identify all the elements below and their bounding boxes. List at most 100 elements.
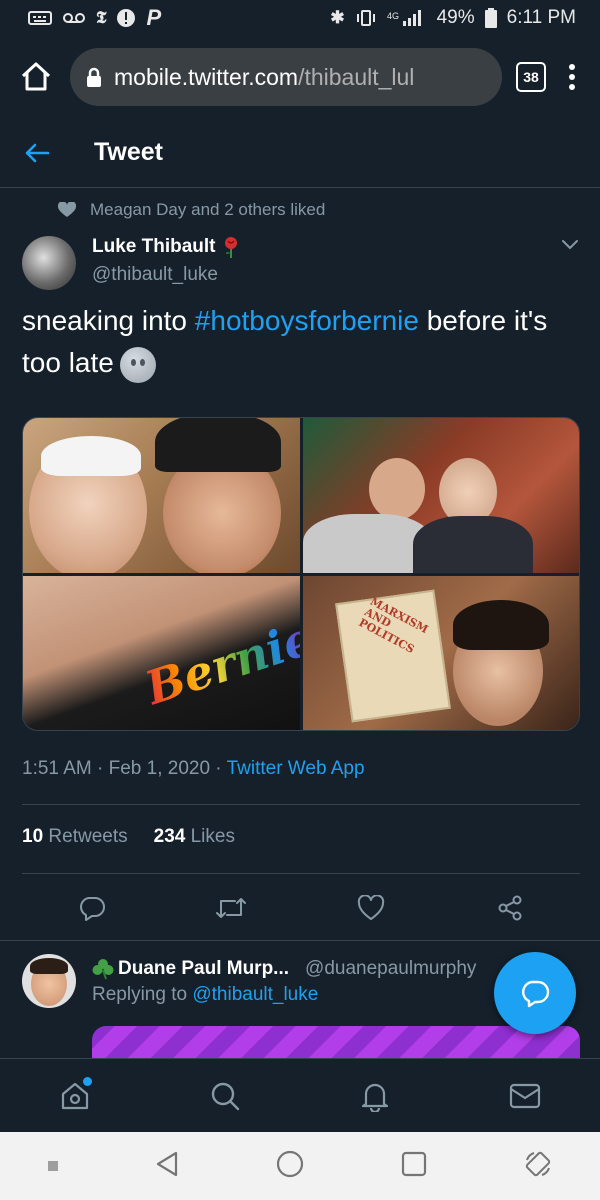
circle-home-icon	[276, 1150, 304, 1177]
replying-to-link[interactable]: @thibault_luke	[192, 984, 318, 1005]
tweet-photo-2[interactable]	[302, 418, 579, 573]
author-name-row[interactable]: Luke Thibault	[92, 236, 240, 258]
alert-icon	[117, 9, 136, 27]
p-app-icon: P	[146, 5, 162, 30]
photo-face	[412, 516, 533, 573]
divider	[22, 804, 580, 805]
nav-home[interactable]	[50, 1071, 100, 1121]
svg-text:4G: 4G	[387, 11, 399, 21]
photo-face	[41, 436, 141, 476]
social-context[interactable]: Meagan Day and 2 others liked	[58, 200, 325, 220]
bottom-nav	[0, 1058, 600, 1132]
shamrock-icon	[92, 959, 114, 980]
replying-to-prefix: Replying to	[92, 984, 193, 1005]
rose-icon	[224, 237, 237, 258]
heart-icon	[357, 895, 384, 920]
tweet-author: Luke Thibault @thibault_luke	[22, 234, 582, 294]
likes-stat[interactable]: 234 Likes	[154, 826, 235, 848]
tweet-photo-1[interactable]	[23, 418, 300, 573]
social-context-text: Meagan Day and 2 others liked	[90, 200, 326, 219]
chevron-down-icon	[562, 240, 578, 250]
replying-to-line: Replying to @thibault_luke	[92, 984, 318, 1006]
photo-cap	[155, 418, 281, 472]
tweet-actions	[22, 885, 580, 931]
page-header: Tweet	[0, 118, 600, 188]
author-handle[interactable]: @thibault_luke	[92, 264, 218, 286]
reply-avatar[interactable]	[22, 954, 76, 1008]
notification-dot	[83, 1076, 92, 1086]
tweet-text: sneaking into #hotboysforbernie before i…	[22, 300, 578, 384]
signal-icon: 4G	[387, 10, 421, 26]
tweet-photo-3[interactable]: Bernie	[23, 575, 300, 730]
neutral-face-emoji-icon	[119, 346, 156, 383]
back-button[interactable]	[24, 133, 64, 173]
retweet-icon	[216, 898, 247, 918]
retweets-count: 10	[22, 826, 44, 847]
home-button[interactable]	[16, 57, 56, 97]
clock: 6:11 PM	[506, 7, 576, 28]
tweet-time: 1:51 AM	[22, 758, 92, 779]
share-icon	[498, 895, 522, 921]
reply-icon	[79, 897, 105, 921]
tweet-options-button[interactable]	[560, 238, 580, 256]
dot-icon	[569, 74, 575, 80]
rotate-icon	[525, 1151, 550, 1176]
url-text: mobile.twitter.com/thibault_lul	[114, 63, 415, 90]
like-button[interactable]	[349, 886, 393, 930]
nav-notifications[interactable]	[350, 1071, 400, 1121]
reply-button[interactable]	[70, 886, 114, 930]
tweet-meta: 1:51 AM · Feb 1, 2020 · Twitter Web App	[22, 758, 365, 779]
home-icon	[21, 62, 51, 91]
nav-messages[interactable]	[500, 1071, 550, 1121]
back-arrow-icon	[25, 143, 50, 162]
reply-author-name: Duane Paul Murp...	[118, 958, 290, 979]
tweet-media-grid: Bernie MARXISM AND POLITICS	[22, 417, 580, 731]
voicemail-icon	[63, 13, 85, 23]
tab-switcher-button[interactable]: 38	[516, 62, 546, 92]
divider	[22, 873, 580, 874]
avatar[interactable]	[22, 236, 76, 290]
heart-filled-icon	[58, 202, 76, 217]
share-button[interactable]	[488, 886, 532, 930]
system-recents-button[interactable]	[401, 1151, 427, 1182]
square-recents-icon	[401, 1151, 426, 1176]
retweets-label: Retweets	[48, 826, 128, 847]
retweets-stat[interactable]: 10 Retweets	[22, 826, 128, 848]
photo-hair	[452, 599, 549, 650]
divider	[0, 940, 600, 941]
system-home-button[interactable]	[276, 1150, 304, 1183]
nytimes-icon: 𝕿	[96, 8, 107, 28]
address-bar[interactable]: mobile.twitter.com/thibault_lul	[70, 48, 502, 106]
bernie-shirt-text: Bernie	[139, 610, 300, 715]
reply-author-row[interactable]: Duane Paul Murp... @duanepaulmurphy	[92, 958, 476, 980]
lock-icon	[87, 67, 101, 87]
hashtag-link[interactable]: #hotboysforbernie	[195, 305, 419, 336]
tweet-stats: 10 Retweets 234 Likes	[22, 826, 235, 848]
author-name: Luke Thibault	[92, 236, 216, 257]
system-nav-bar	[0, 1132, 600, 1200]
tweet-photo-4[interactable]: MARXISM AND POLITICS	[302, 575, 579, 730]
nav-search[interactable]	[200, 1071, 250, 1121]
browser-menu-button[interactable]	[560, 64, 584, 90]
page-title: Tweet	[94, 138, 163, 166]
likes-label: Likes	[190, 826, 235, 847]
photo-face	[368, 458, 425, 520]
browser-toolbar: mobile.twitter.com/thibault_lul 38	[0, 36, 600, 118]
triangle-back-icon	[157, 1151, 178, 1176]
tweet-date[interactable]: Feb 1, 2020	[109, 758, 210, 779]
status-bar: 𝕿 P ✱ 4G 49% 6:11 PM	[0, 0, 600, 36]
battery-percent: 49%	[436, 7, 475, 28]
system-dot-button[interactable]	[48, 1161, 59, 1171]
retweet-button[interactable]	[209, 886, 253, 930]
tweet-source-app[interactable]: Twitter Web App	[227, 758, 365, 779]
battery-icon	[484, 8, 497, 28]
dot-icon	[569, 84, 575, 90]
system-rotate-button[interactable]	[524, 1150, 552, 1183]
system-back-button[interactable]	[155, 1151, 179, 1182]
likes-count: 234	[153, 826, 186, 847]
notification-icons: 𝕿 P	[28, 5, 161, 31]
compose-reply-button[interactable]	[494, 952, 576, 1034]
search-icon	[211, 1082, 240, 1110]
mail-icon	[509, 1083, 541, 1108]
vibrate-icon	[356, 10, 375, 26]
